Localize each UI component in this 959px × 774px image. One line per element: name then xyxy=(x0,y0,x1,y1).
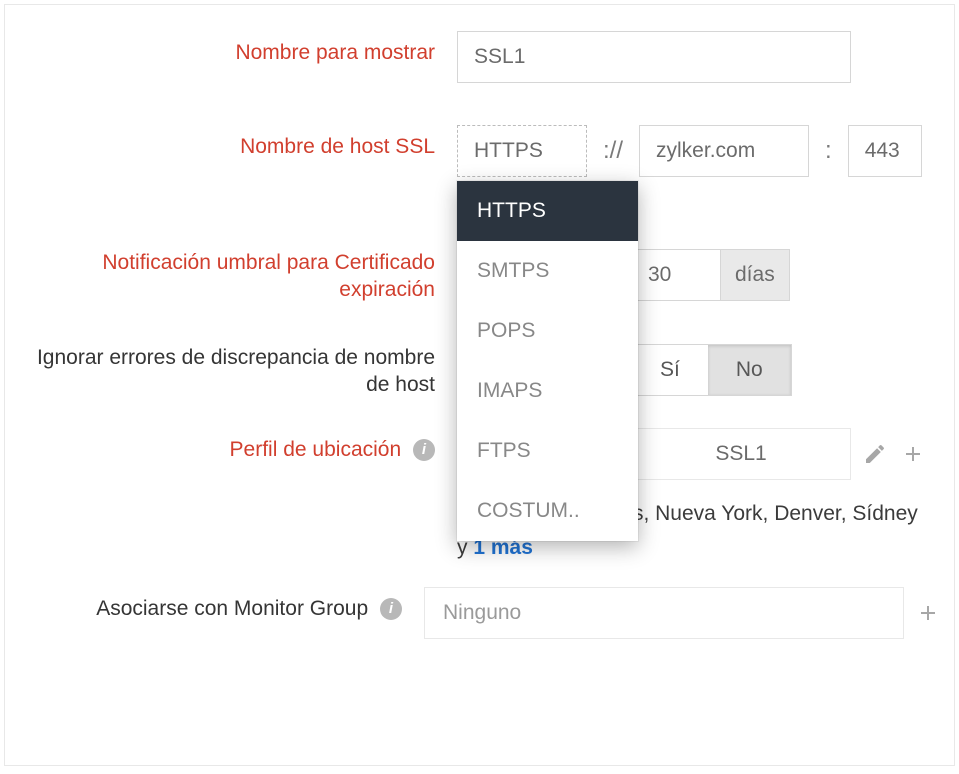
form-container: Nombre para mostrar Nombre de host SSL H… xyxy=(4,4,955,766)
label-expiration-threshold: Notificación umbral para Certificado exp… xyxy=(17,249,457,304)
protocol-select[interactable]: HTTPS xyxy=(457,125,587,177)
label-location-profile: Perfil de ubicación i xyxy=(17,428,457,463)
monitor-group-value: Ninguno xyxy=(443,601,521,625)
add-location-profile-button[interactable] xyxy=(899,440,927,468)
label-display-name: Nombre para mostrar xyxy=(17,31,457,66)
expiration-days-input[interactable] xyxy=(631,249,721,301)
monitor-group-select[interactable]: Ninguno xyxy=(424,587,904,639)
add-monitor-group-button[interactable] xyxy=(914,599,942,627)
display-name-input[interactable] xyxy=(457,31,851,83)
location-profile-value: SSL1 xyxy=(715,442,766,466)
dropdown-item-smtps[interactable]: SMTPS xyxy=(457,241,638,301)
plus-icon xyxy=(901,442,925,466)
row-monitor-group: Asociarse con Monitor Group i Ninguno xyxy=(17,587,942,639)
toggle-no[interactable]: No xyxy=(708,345,791,395)
row-ssl-host: Nombre de host SSL HTTPS :// : HTTPS SMT… xyxy=(17,125,942,177)
ignore-mismatch-toggle: Sí No xyxy=(631,344,792,396)
info-icon[interactable]: i xyxy=(380,598,402,620)
dropdown-item-custom[interactable]: COSTUM.. xyxy=(457,481,638,541)
pencil-icon xyxy=(863,442,887,466)
info-icon[interactable]: i xyxy=(413,439,435,461)
dropdown-item-pops[interactable]: POPS xyxy=(457,301,638,361)
location-profile-select[interactable]: SSL1 xyxy=(631,428,851,480)
edit-location-profile-button[interactable] xyxy=(861,440,889,468)
expiration-unit: días xyxy=(720,249,790,301)
scheme-separator: :// xyxy=(603,137,623,165)
port-separator: : xyxy=(825,137,832,165)
protocol-dropdown: HTTPS SMTPS POPS IMAPS FTPS COSTUM.. xyxy=(457,181,638,541)
port-input[interactable] xyxy=(848,125,922,177)
dropdown-item-imaps[interactable]: IMAPS xyxy=(457,361,638,421)
host-input[interactable] xyxy=(639,125,809,177)
dropdown-item-ftps[interactable]: FTPS xyxy=(457,421,638,481)
label-ignore-mismatch: Ignorar errores de discrepancia de nombr… xyxy=(17,344,457,399)
plus-icon xyxy=(916,601,940,625)
dropdown-item-https[interactable]: HTTPS xyxy=(457,181,638,241)
label-monitor-group: Asociarse con Monitor Group i xyxy=(17,587,424,622)
protocol-select-value: HTTPS xyxy=(474,139,543,163)
row-display-name: Nombre para mostrar xyxy=(17,31,942,83)
toggle-yes[interactable]: Sí xyxy=(632,345,708,395)
label-ssl-host: Nombre de host SSL xyxy=(17,125,457,160)
